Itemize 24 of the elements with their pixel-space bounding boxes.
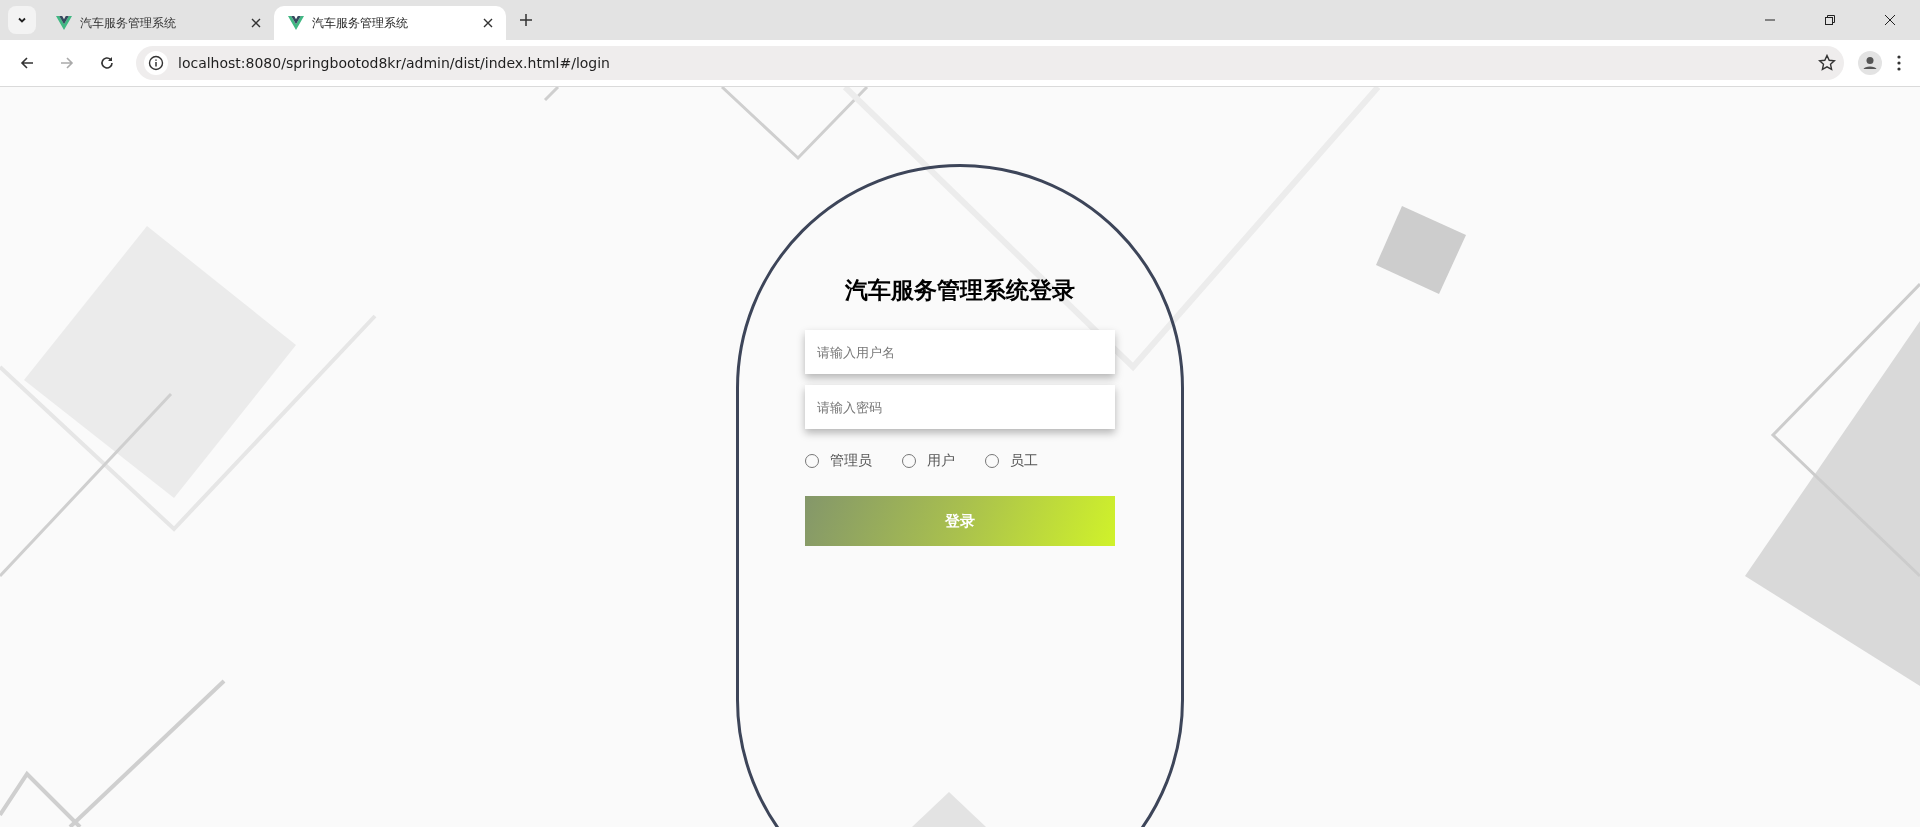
- role-radio[interactable]: 管理员: [805, 452, 872, 470]
- role-radio[interactable]: 用户: [902, 452, 955, 470]
- password-field[interactable]: 请输入密码: [805, 385, 1115, 429]
- browser-tab[interactable]: 汽车服务管理系统: [42, 6, 274, 40]
- forward-arrow-icon: [59, 55, 75, 71]
- star-icon[interactable]: [1818, 54, 1836, 72]
- menu-icon[interactable]: [1896, 54, 1902, 72]
- login-title: 汽车服务管理系统登录: [845, 276, 1075, 305]
- vue-logo-icon: [288, 16, 304, 30]
- close-icon: [1884, 14, 1896, 26]
- restore-icon: [1824, 14, 1836, 26]
- tab-title: 汽车服务管理系统: [80, 14, 177, 32]
- reload-icon: [99, 55, 115, 71]
- back-arrow-icon: [19, 55, 35, 71]
- role-radio[interactable]: 员工: [985, 452, 1038, 470]
- browser-tab[interactable]: 汽车服务管理系统: [274, 6, 506, 40]
- plus-icon: [519, 13, 533, 27]
- vue-logo-icon: [56, 16, 72, 30]
- tab-title: 汽车服务管理系统: [312, 14, 409, 32]
- username-field[interactable]: 请输入用户名: [805, 330, 1115, 374]
- profile-icon[interactable]: [1858, 51, 1882, 75]
- info-icon[interactable]: [144, 51, 168, 75]
- url-text: localhost:8080/springbootod8kr/admin/dist/index.html#/login: [178, 55, 611, 71]
- address-bar[interactable]: localhost:8080/springbootod8kr/admin/dist/index.html#/login: [136, 46, 1844, 80]
